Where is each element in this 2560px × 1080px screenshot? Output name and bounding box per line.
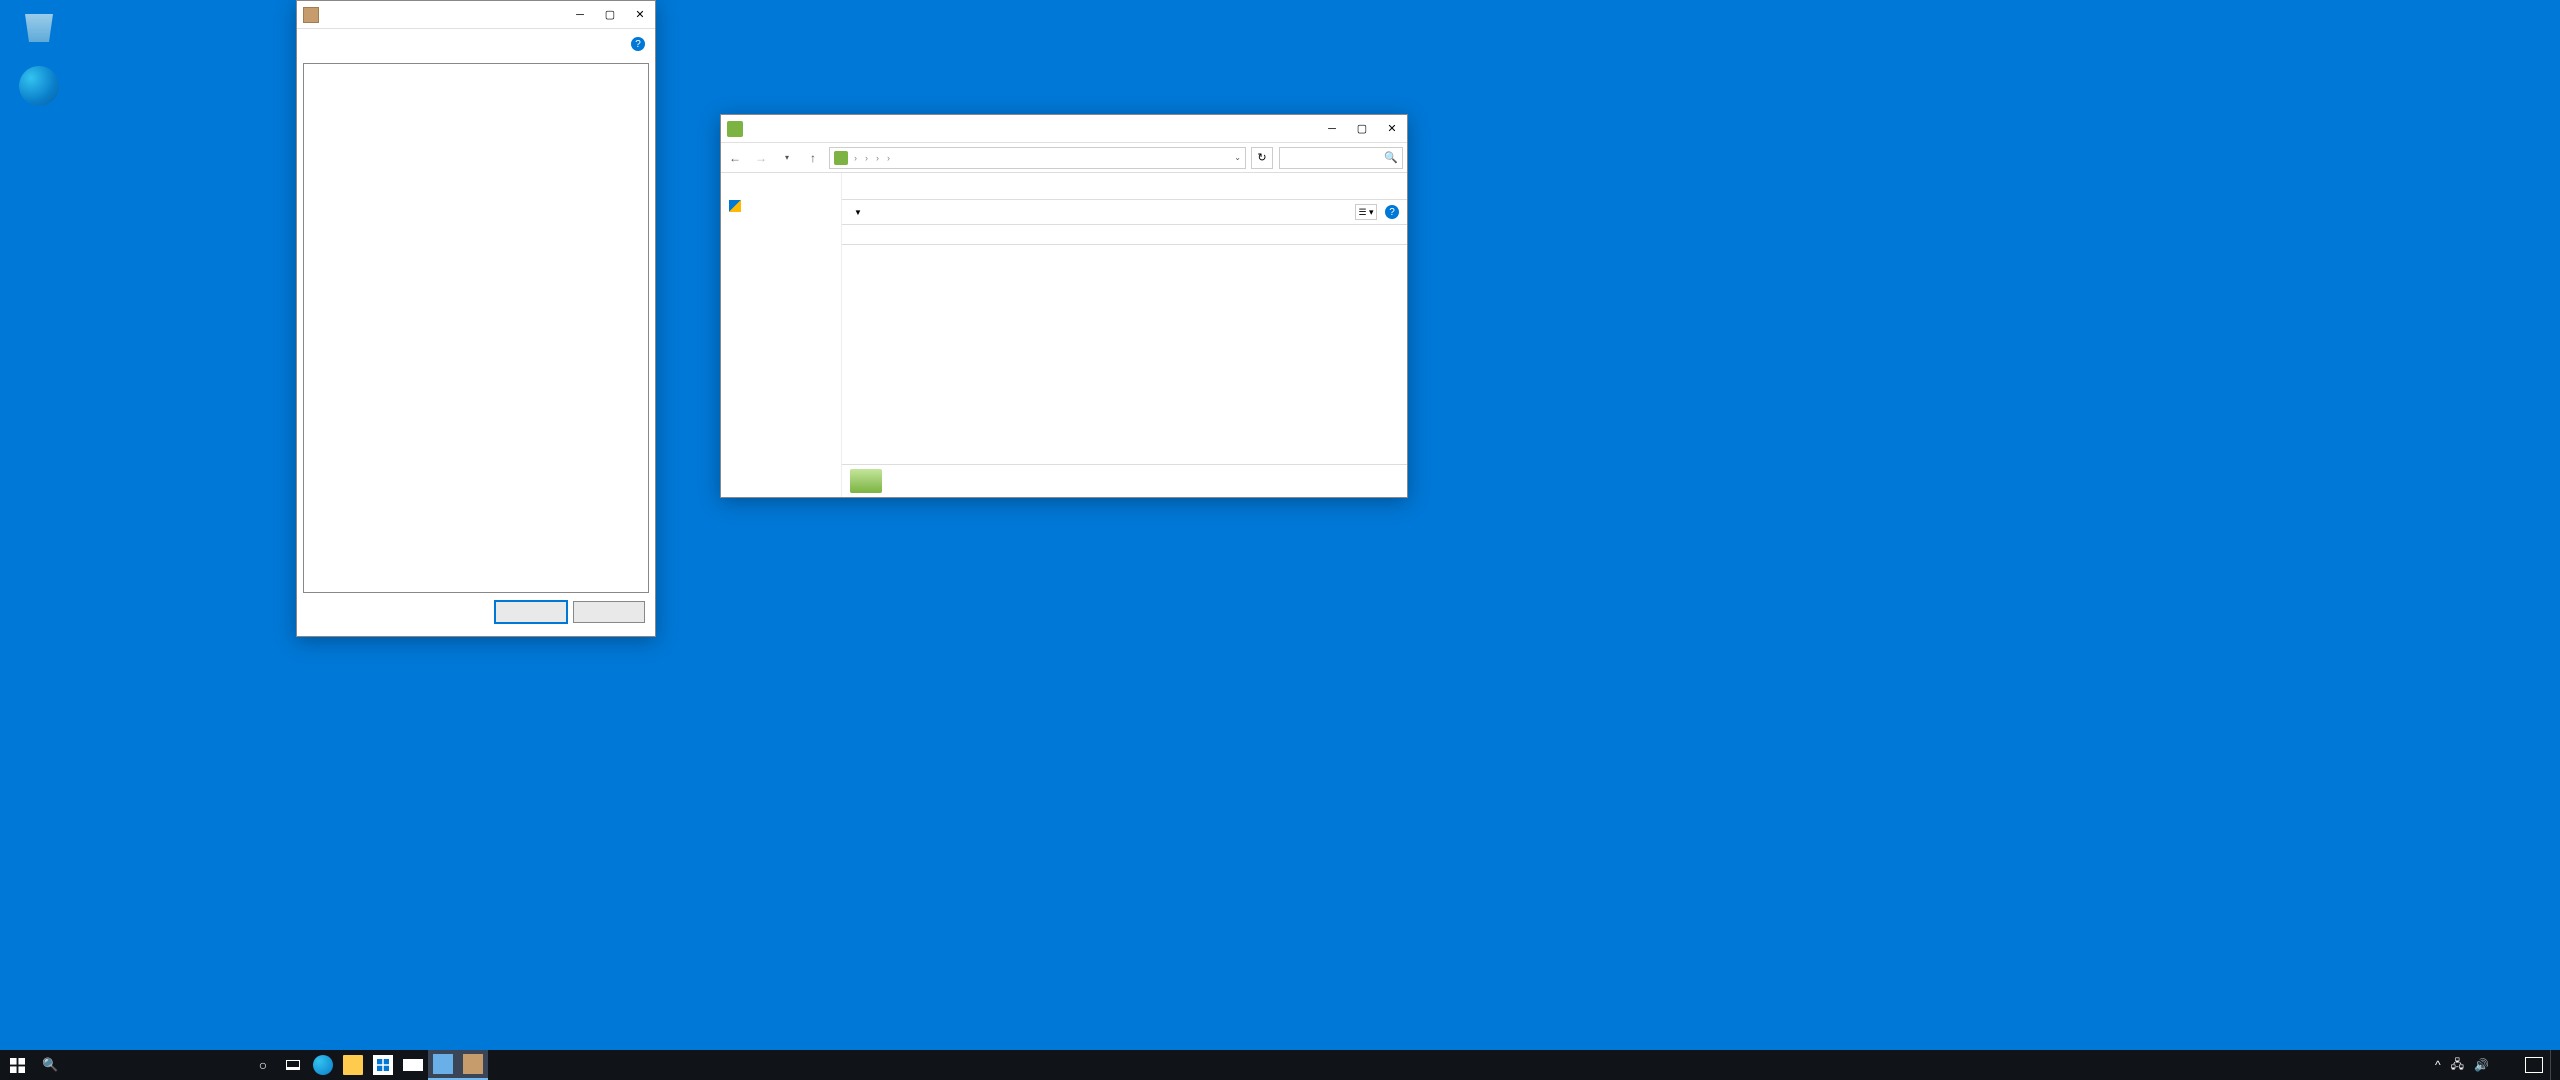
start-button[interactable] (0, 1050, 34, 1080)
page-instruction (842, 189, 1407, 199)
close-button[interactable]: ✕ (625, 1, 655, 29)
help-icon[interactable]: ? (631, 37, 645, 51)
installed-updates-window: ─ ▢ ✕ ← → ▾ ↑ › › › › ⌄ ↻ 🔍 (720, 114, 1408, 498)
maximize-button[interactable]: ▢ (1347, 115, 1377, 143)
chevron-right-icon[interactable]: › (854, 153, 857, 163)
features-tree[interactable] (303, 63, 649, 593)
search-input[interactable]: 🔍 (1279, 147, 1403, 169)
updates-icon (850, 469, 882, 493)
tray-notifications-icon[interactable] (2522, 1057, 2546, 1073)
search-icon: 🔍 (42, 1057, 58, 1073)
toolbar: ▼ ☰ ▾ ? (842, 199, 1407, 225)
nav-up-button[interactable]: ↑ (803, 148, 823, 168)
tray-network-icon[interactable]: 🖧 (2448, 1055, 2467, 1076)
taskbar-features[interactable] (458, 1050, 488, 1080)
windows-features-window: ─ ▢ ✕ ? (296, 0, 656, 637)
programs-icon (834, 151, 848, 165)
close-button[interactable]: ✕ (1377, 115, 1407, 143)
edge-icon (19, 66, 59, 106)
view-options-button[interactable]: ☰ ▾ (1355, 204, 1377, 220)
ok-button[interactable] (495, 601, 567, 623)
nav-forward-button[interactable]: → (751, 148, 771, 168)
tray-volume-icon[interactable]: 🔊 (2471, 1058, 2492, 1072)
refresh-button[interactable]: ↻ (1251, 147, 1273, 169)
taskbar-mail[interactable] (398, 1050, 428, 1080)
nav-recent-button[interactable]: ▾ (777, 148, 797, 168)
maximize-button[interactable]: ▢ (595, 1, 625, 29)
chevron-right-icon[interactable]: › (865, 153, 868, 163)
sidebar (721, 173, 841, 497)
task-view-button[interactable] (278, 1050, 308, 1080)
minimize-button[interactable]: ─ (565, 1, 595, 29)
nav-back-button[interactable]: ← (725, 148, 745, 168)
tray-overflow-button[interactable]: ^ (2432, 1058, 2444, 1072)
chevron-right-icon[interactable]: › (876, 153, 879, 163)
group-header[interactable] (842, 245, 1407, 249)
status-bar (842, 464, 1407, 497)
chevron-down-icon: ▼ (854, 208, 862, 217)
column-headers[interactable] (842, 225, 1407, 245)
sidebar-features-link[interactable] (729, 199, 833, 212)
show-desktop-button[interactable] (2550, 1050, 2556, 1080)
system-tray: ^ 🖧 🔊 (2432, 1050, 2560, 1080)
recycle-bin-icon (19, 4, 59, 44)
search-icon: 🔍 (1384, 151, 1398, 164)
desktop-icon-edge[interactable] (4, 66, 74, 108)
address-bar-row: ← → ▾ ↑ › › › › ⌄ ↻ 🔍 (721, 143, 1407, 173)
main-content: ▼ ☰ ▾ ? (841, 173, 1407, 497)
titlebar[interactable]: ─ ▢ ✕ (721, 115, 1407, 143)
window-icon (727, 121, 743, 137)
breadcrumb[interactable]: › › › › ⌄ (829, 147, 1246, 169)
organize-button[interactable]: ▼ (850, 208, 862, 217)
help-icon[interactable]: ? (1385, 205, 1399, 219)
taskbar-explorer[interactable] (338, 1050, 368, 1080)
window-icon (303, 7, 319, 23)
chevron-down-icon[interactable]: ⌄ (1234, 153, 1241, 162)
cortana-button[interactable]: ○ (248, 1050, 278, 1080)
taskbar-control-panel[interactable] (428, 1050, 458, 1080)
chevron-right-icon[interactable]: › (887, 153, 890, 163)
shield-icon (729, 200, 741, 212)
updates-list (842, 225, 1407, 464)
cancel-button[interactable] (573, 601, 645, 623)
taskbar: 🔍 ○ ^ 🖧 🔊 (0, 1050, 2560, 1080)
titlebar[interactable]: ─ ▢ ✕ (297, 1, 655, 29)
taskbar-store[interactable] (368, 1050, 398, 1080)
taskbar-search-input[interactable]: 🔍 (34, 1050, 248, 1080)
taskbar-edge[interactable] (308, 1050, 338, 1080)
minimize-button[interactable]: ─ (1317, 115, 1347, 143)
page-heading (842, 173, 1407, 189)
desktop-icon-recycle-bin[interactable] (4, 4, 74, 46)
